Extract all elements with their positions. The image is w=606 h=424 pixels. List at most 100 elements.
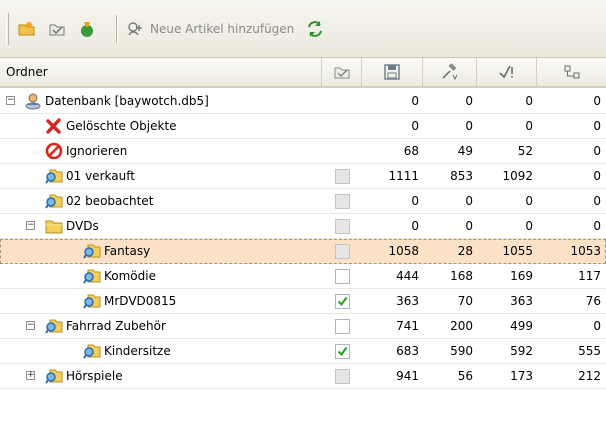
delete-icon xyxy=(46,118,61,134)
active-checkbox[interactable] xyxy=(334,293,350,309)
tree-row-label: Fantasy xyxy=(104,244,151,258)
tree-row-watched[interactable]: 02 beobachtet 0 0 0 0 xyxy=(0,189,606,214)
column-header-bids[interactable] xyxy=(423,58,477,86)
tree-row-deleted-objects[interactable]: Gelöschte Objekte 0 0 0 0 xyxy=(0,114,606,139)
tree-row-label: Hörspiele xyxy=(66,369,123,383)
count-saved: 683 xyxy=(396,344,419,358)
folder-view-button[interactable] xyxy=(48,14,66,44)
collapse-toggle[interactable]: − xyxy=(6,96,15,105)
folder-icon xyxy=(45,220,63,234)
checkmark-icon xyxy=(498,65,513,79)
tree-row-fantasy[interactable]: Fantasy 1058 28 1055 1053 xyxy=(0,239,606,264)
count-network: 0 xyxy=(593,169,601,183)
tree-row-comedy[interactable]: Komödie 444 168 169 117 xyxy=(0,264,606,289)
active-checkbox[interactable] xyxy=(334,193,350,209)
count-bids: 49 xyxy=(457,144,473,158)
tree-row-label: DVDs xyxy=(66,219,99,233)
search-folder-icon xyxy=(45,194,63,209)
column-header-checked[interactable] xyxy=(477,58,537,86)
count-bids: 200 xyxy=(450,319,473,333)
count-network: 1053 xyxy=(570,244,601,258)
tree-row-mrdvd0815[interactable]: MrDVD0815 363 70 363 76 xyxy=(0,289,606,314)
tree-row-label: Datenbank [baywotch.db5] xyxy=(45,94,209,108)
active-checkbox[interactable] xyxy=(334,243,350,259)
count-network: 0 xyxy=(593,119,601,133)
count-saved: 0 xyxy=(411,219,419,233)
count-network: 0 xyxy=(593,319,601,333)
toolbar-separator xyxy=(116,14,118,43)
column-header-folder[interactable]: Ordner xyxy=(0,58,322,86)
tree-row-bicycle-accessories[interactable]: − Fahrrad Zubehör 741 200 499 0 xyxy=(0,314,606,339)
active-checkbox[interactable] xyxy=(334,343,350,359)
network-icon xyxy=(564,65,579,79)
active-checkbox[interactable] xyxy=(334,168,350,184)
search-folder-icon xyxy=(45,369,63,384)
new-folder-icon xyxy=(18,20,35,35)
tree-row-dvds[interactable]: − DVDs 0 0 0 0 xyxy=(0,214,606,239)
collapse-toggle[interactable]: − xyxy=(26,221,35,230)
collapse-toggle[interactable]: − xyxy=(26,321,35,330)
new-folder-button[interactable] xyxy=(18,14,36,44)
search-folder-icon xyxy=(83,344,101,359)
add-articles-label: Neue Artikel hinzufügen xyxy=(150,21,295,36)
tree-row-label: 02 beobachtet xyxy=(66,194,154,208)
expand-toggle[interactable]: + xyxy=(26,371,35,380)
count-network: 117 xyxy=(578,269,601,283)
plugin-button[interactable] xyxy=(78,14,96,44)
tree-row-child-seats[interactable]: Kindersitze 683 590 592 555 xyxy=(0,339,606,364)
count-saved: 0 xyxy=(411,119,419,133)
count-saved: 1111 xyxy=(388,169,419,183)
count-checked: 52 xyxy=(517,144,533,158)
count-network: 212 xyxy=(578,369,601,383)
count-bids: 853 xyxy=(450,169,473,183)
count-checked: 592 xyxy=(510,344,533,358)
active-checkbox[interactable] xyxy=(334,268,350,284)
add-articles-icon xyxy=(128,21,142,35)
count-saved: 941 xyxy=(396,369,419,383)
count-bids: 590 xyxy=(450,344,473,358)
folder-view-icon xyxy=(334,67,349,79)
count-bids: 0 xyxy=(465,119,473,133)
search-folder-icon xyxy=(45,319,63,334)
count-saved: 363 xyxy=(396,294,419,308)
count-bids: 0 xyxy=(465,219,473,233)
tree-row-label: Gelöschte Objekte xyxy=(66,119,177,133)
grid-header: Ordner xyxy=(0,58,606,88)
search-folder-icon xyxy=(83,269,101,284)
tree-row-audio-dramas[interactable]: + Hörspiele 941 56 173 212 xyxy=(0,364,606,389)
count-saved: 741 xyxy=(396,319,419,333)
count-saved: 0 xyxy=(411,94,419,108)
count-checked: 0 xyxy=(525,194,533,208)
tree-row-database[interactable]: − Datenbank [baywotch.db5] 0 0 0 0 xyxy=(0,89,606,114)
count-bids: 28 xyxy=(457,244,473,258)
count-bids: 56 xyxy=(457,369,473,383)
active-checkbox[interactable] xyxy=(334,318,350,334)
column-header-active[interactable] xyxy=(322,58,362,86)
search-folder-icon xyxy=(83,244,101,259)
count-checked: 363 xyxy=(510,294,533,308)
active-checkbox[interactable] xyxy=(334,368,350,384)
count-network: 0 xyxy=(593,219,601,233)
column-header-saved[interactable] xyxy=(362,58,423,86)
tree-row-ignore[interactable]: Ignorieren 68 49 52 0 xyxy=(0,139,606,164)
tree-row-sold[interactable]: 01 verkauft 1111 853 1092 0 xyxy=(0,164,606,189)
count-checked: 0 xyxy=(525,94,533,108)
folder-view-icon xyxy=(49,24,65,35)
count-bids: 0 xyxy=(465,94,473,108)
active-checkbox[interactable] xyxy=(334,218,350,234)
refresh-button[interactable] xyxy=(306,14,324,44)
count-bids: 0 xyxy=(465,194,473,208)
count-bids: 168 xyxy=(450,269,473,283)
checkmark-icon xyxy=(337,346,347,356)
toolbar-grip[interactable] xyxy=(6,12,9,45)
tree-row-label: Fahrrad Zubehör xyxy=(66,319,166,333)
save-icon xyxy=(384,64,400,80)
search-folder-icon xyxy=(83,294,101,309)
add-articles-button[interactable]: Neue Artikel hinzufügen xyxy=(127,14,294,44)
count-checked: 1092 xyxy=(502,169,533,183)
count-saved: 444 xyxy=(396,269,419,283)
count-network: 555 xyxy=(578,344,601,358)
column-header-network[interactable] xyxy=(537,58,606,86)
block-icon xyxy=(45,142,63,160)
folder-tree-grid: − Datenbank [baywotch.db5] 0 0 0 0 Gelös… xyxy=(0,89,606,389)
